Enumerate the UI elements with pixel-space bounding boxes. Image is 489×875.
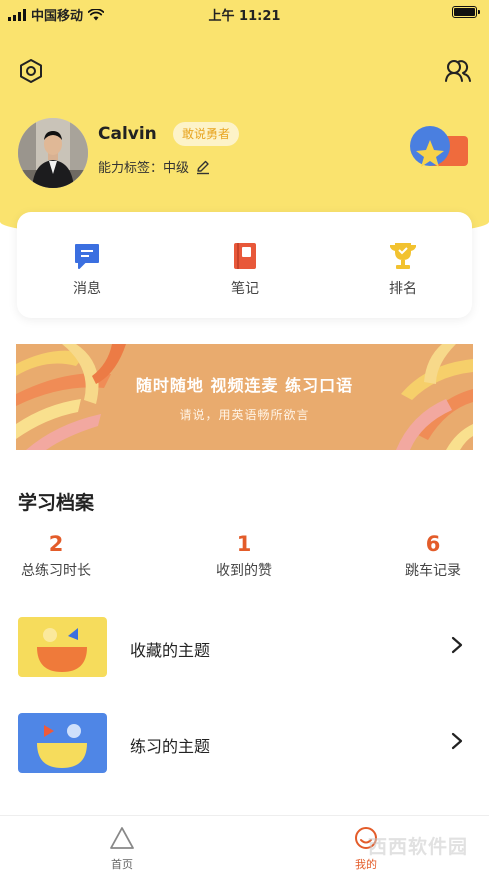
tab-home[interactable]: 首页 — [92, 826, 152, 872]
practiced-topics-label: 练习的主题 — [130, 737, 211, 756]
avatar-photo — [18, 118, 88, 188]
messages-button[interactable]: 消息 — [47, 240, 127, 298]
stat-label: 总练习时长 — [21, 563, 91, 579]
ranking-label: 排名 — [389, 281, 417, 297]
happy-face-blue-icon — [18, 713, 107, 773]
status-bar: 中国移动 上午 11:21 — [0, 0, 489, 26]
notes-label: 笔记 — [231, 281, 259, 297]
happy-face-yellow-icon — [18, 617, 107, 677]
stat-jump-records[interactable]: 6 跳车记录 — [387, 532, 479, 580]
chevron-right-icon — [451, 732, 463, 750]
stat-value: 6 — [425, 532, 441, 556]
promo-banner[interactable]: 随时随地 视频连麦 练习口语 请说，用英语畅所欲言 — [16, 344, 473, 450]
stat-value: 2 — [48, 532, 64, 556]
favorite-topics-thumbnail — [18, 617, 107, 677]
favorite-topics-label: 收藏的主题 — [130, 641, 211, 660]
chevron-right-icon — [451, 636, 463, 654]
banner-title: 随时随地 视频连麦 练习口语 — [135, 376, 354, 395]
banner-decoration — [16, 344, 473, 450]
stat-value: 1 — [236, 532, 252, 556]
trophy-icon — [390, 243, 416, 269]
hexagon-settings-icon — [20, 59, 42, 83]
pencil-icon[interactable] — [195, 159, 211, 175]
notebook-icon — [234, 243, 256, 269]
ability-label: 能力标签：中级 — [98, 161, 190, 176]
archive-title: 学习档案 — [18, 492, 95, 514]
user-name: Calvin — [98, 124, 157, 144]
header-background — [0, 0, 489, 240]
bottom-tab-bar: 首页 我的 西西软件园 — [0, 815, 489, 875]
tab-home-label: 首页 — [111, 858, 133, 871]
friends-icon — [445, 60, 471, 82]
chat-illustration[interactable] — [406, 122, 470, 178]
status-time: 上午 11:21 — [208, 9, 281, 24]
notes-button[interactable]: 笔记 — [205, 240, 285, 298]
friends-button[interactable] — [443, 56, 473, 86]
practiced-topics-row[interactable]: 练习的主题 — [0, 713, 489, 777]
favorite-topics-row[interactable]: 收藏的主题 — [0, 617, 489, 681]
speech-star-icon — [410, 126, 468, 167]
practiced-topics-thumbnail — [18, 713, 107, 773]
stat-label: 跳车记录 — [405, 563, 461, 579]
home-triangle-icon — [110, 827, 134, 849]
stat-total-time[interactable]: 2 总练习时长 — [10, 532, 102, 580]
messages-label: 消息 — [73, 281, 101, 297]
settings-button[interactable] — [16, 56, 46, 86]
title-badge: 敢说勇者 — [173, 122, 240, 146]
ability-tag: 能力标签：中级 — [98, 157, 211, 176]
message-icon — [75, 244, 99, 269]
banner-subtitle: 请说，用英语畅所欲言 — [179, 408, 310, 422]
watermark: 西西软件园 — [368, 836, 469, 858]
avatar[interactable] — [18, 118, 88, 188]
battery-icon — [452, 6, 480, 18]
quick-actions-card: 消息 笔记 排名 — [17, 212, 472, 318]
stat-label: 收到的赞 — [216, 563, 272, 579]
ranking-button[interactable]: 排名 — [363, 240, 443, 298]
stat-likes[interactable]: 1 收到的赞 — [198, 532, 290, 580]
